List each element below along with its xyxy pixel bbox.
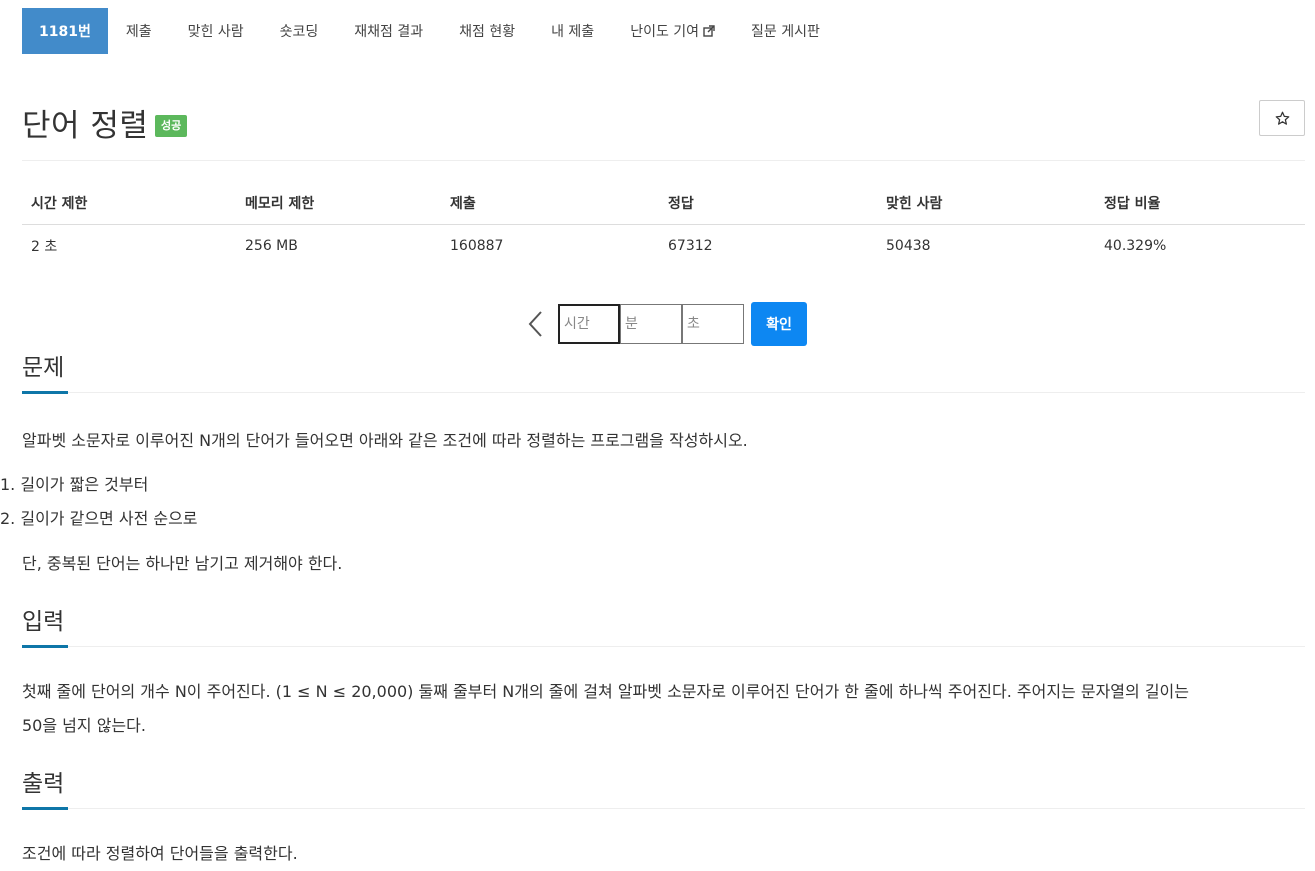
- table-header-row: 시간 제한 메모리 제한 제출 정답 맞힌 사람 정답 비율: [22, 182, 1305, 225]
- description-note: 단, 중복된 단어는 하나만 남기고 제거해야 한다.: [22, 554, 343, 573]
- problem-info-table: 시간 제한 메모리 제한 제출 정답 맞힌 사람 정답 비율 2 초 256 M…: [22, 182, 1305, 267]
- output-text: 조건에 따라 정렬하여 단어들을 출력한다.: [22, 844, 298, 863]
- timer-controls: 확인: [524, 302, 807, 346]
- header-solved-users: 맞힌 사람: [877, 182, 1095, 225]
- header-memory-limit: 메모리 제한: [236, 182, 441, 225]
- tab-my-submissions[interactable]: 내 제출: [533, 8, 612, 54]
- section-underline: [22, 807, 68, 810]
- tab-difficulty-contribution[interactable]: 난이도 기여: [612, 8, 733, 54]
- tab-problem-number[interactable]: 1181번: [22, 8, 108, 54]
- section-output-header: 출력: [22, 770, 1305, 810]
- section-input-header: 입력: [22, 608, 1305, 648]
- section-output-title: 출력: [22, 771, 65, 797]
- value-accept-ratio: 40.329%: [1104, 238, 1167, 254]
- star-icon: [1275, 111, 1289, 125]
- value-submissions: 160887: [450, 238, 504, 254]
- tab-rejudge-results[interactable]: 재채점 결과: [336, 8, 441, 54]
- status-badge: 성공: [155, 115, 188, 137]
- tab-difficulty-label: 난이도 기여: [630, 24, 700, 40]
- input-text-line-2: 50을 넘지 않는다.: [22, 716, 146, 735]
- section-description-title: 문제: [22, 355, 65, 381]
- page-title: 단어 정렬: [22, 108, 149, 144]
- section-description-header: 문제: [22, 354, 1305, 394]
- list-item: 1. 길이가 짧은 것부터: [0, 475, 149, 494]
- external-link-icon: [703, 25, 715, 37]
- header-accepted: 정답: [659, 182, 877, 225]
- star-button[interactable]: [1259, 100, 1305, 136]
- list-item: 2. 길이가 같으면 사전 순으로: [0, 509, 198, 528]
- problem-page: 1181번 제출 맞힌 사람 숏코딩 재채점 결과 채점 현황 내 제출 난이도…: [0, 8, 1305, 863]
- confirm-button[interactable]: 확인: [751, 302, 807, 346]
- section-underline: [22, 391, 68, 394]
- section-underline: [22, 645, 68, 648]
- title-row: 단어 정렬: [22, 54, 1305, 161]
- value-memory-limit: 256 MB: [245, 238, 298, 254]
- value-solved-users: 50438: [886, 238, 931, 254]
- header-time-limit: 시간 제한: [22, 182, 236, 225]
- header-submissions: 제출: [441, 182, 659, 225]
- header-accept-ratio: 정답 비율: [1095, 182, 1305, 225]
- minute-input[interactable]: [620, 304, 682, 344]
- section-input-title: 입력: [22, 609, 65, 635]
- tab-judge-status[interactable]: 채점 현황: [441, 8, 533, 54]
- hour-input[interactable]: [558, 304, 620, 344]
- chevron-left-icon[interactable]: [524, 309, 548, 339]
- tab-short-coding[interactable]: 숏코딩: [262, 8, 337, 54]
- tab-solved-users[interactable]: 맞힌 사람: [170, 8, 262, 54]
- description-intro: 알파벳 소문자로 이루어진 N개의 단어가 들어오면 아래와 같은 조건에 따라…: [22, 431, 748, 450]
- second-input[interactable]: [682, 304, 744, 344]
- input-text-line-1: 첫째 줄에 단어의 개수 N이 주어진다. (1 ≤ N ≤ 20,000) 둘…: [22, 682, 1189, 701]
- tab-question-board[interactable]: 질문 게시판: [733, 8, 838, 54]
- description-rules: 1. 길이가 짧은 것부터 2. 길이가 같으면 사전 순으로: [0, 468, 198, 536]
- table-row: 2 초 256 MB 160887 67312 50438 40.329%: [22, 225, 1305, 268]
- problem-tabs: 1181번 제출 맞힌 사람 숏코딩 재채점 결과 채점 현황 내 제출 난이도…: [22, 8, 1305, 54]
- value-accepted: 67312: [668, 238, 713, 254]
- value-time-limit: 2 초: [31, 239, 58, 255]
- tab-submit[interactable]: 제출: [108, 8, 170, 54]
